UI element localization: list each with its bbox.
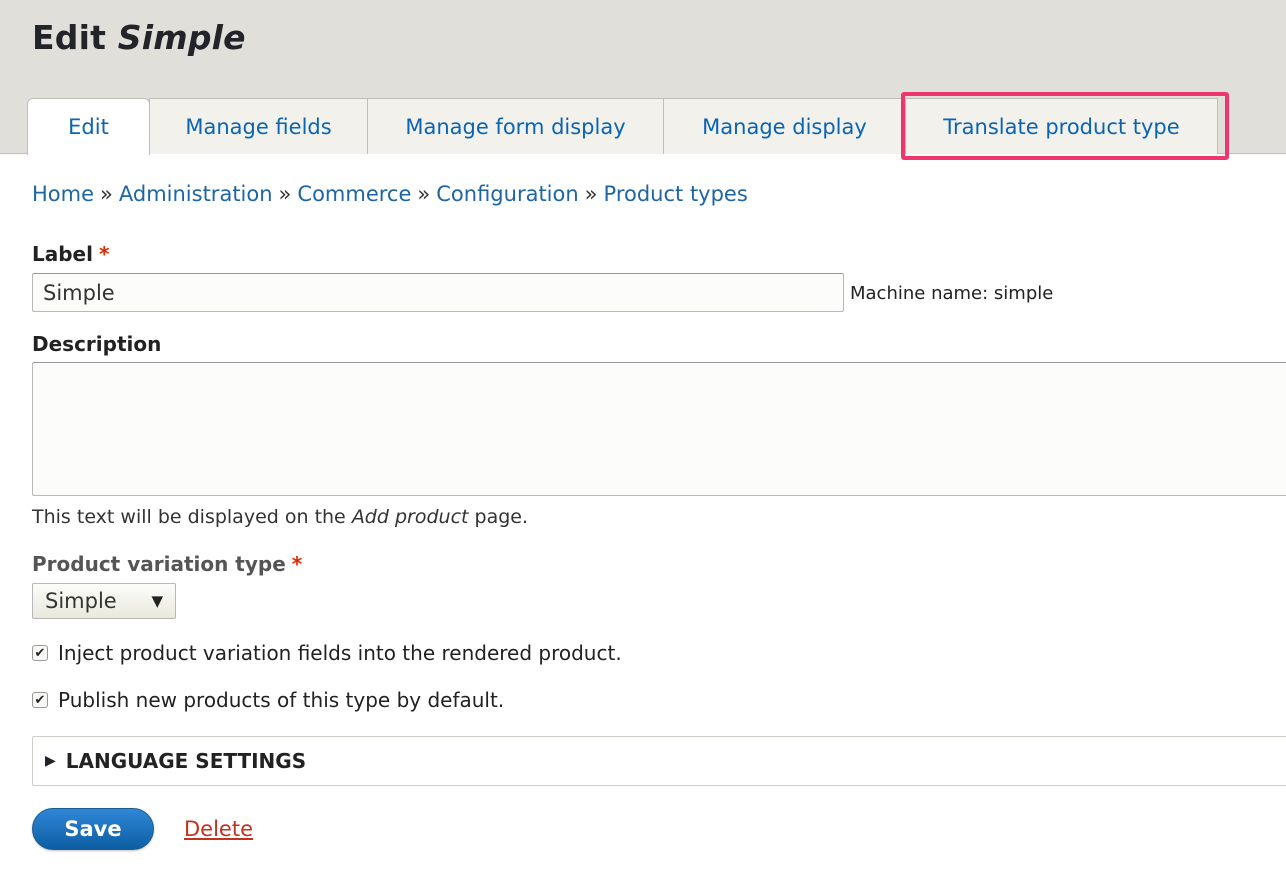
help-emphasis: Add product bbox=[351, 506, 469, 528]
breadcrumb-separator: » bbox=[278, 182, 292, 206]
breadcrumb-separator: » bbox=[584, 182, 598, 206]
page-title-prefix: Edit bbox=[32, 18, 107, 57]
tab-translate-product-type[interactable]: Translate product type bbox=[905, 98, 1218, 154]
inject-variation-fields-row: ✔ Inject product variation fields into t… bbox=[32, 641, 622, 665]
tab-edit[interactable]: Edit bbox=[27, 98, 150, 155]
tab-manage-form-display[interactable]: Manage form display bbox=[367, 98, 664, 154]
label-field-label-text: Label bbox=[32, 242, 93, 266]
checkmark-icon: ✔ bbox=[34, 645, 46, 661]
publish-new-products-row: ✔ Publish new products of this type by d… bbox=[32, 688, 504, 712]
variation-type-label: Product variation type * bbox=[32, 552, 302, 576]
breadcrumb: Home» Administration» Commerce» Configurati… bbox=[32, 182, 748, 206]
help-prefix: This text will be displayed on the bbox=[32, 506, 346, 528]
breadcrumb-commerce[interactable]: Commerce bbox=[297, 182, 411, 206]
machine-name: Machine name: simple bbox=[850, 283, 1054, 304]
required-marker: * bbox=[98, 242, 110, 266]
description-textarea[interactable] bbox=[32, 362, 1286, 496]
variation-type-label-text: Product variation type bbox=[32, 552, 286, 576]
required-marker: * bbox=[291, 552, 303, 576]
caret-down-icon: ▼ bbox=[151, 592, 163, 610]
language-settings-summary: LANGUAGE SETTINGS bbox=[65, 749, 307, 773]
help-suffix: page. bbox=[474, 506, 529, 528]
triangle-right-icon: ▶ bbox=[45, 753, 56, 769]
checkmark-icon: ✔ bbox=[34, 692, 46, 708]
breadcrumb-administration[interactable]: Administration bbox=[119, 182, 273, 206]
breadcrumb-product-types[interactable]: Product types bbox=[604, 182, 748, 206]
breadcrumb-configuration[interactable]: Configuration bbox=[436, 182, 578, 206]
save-button[interactable]: Save bbox=[32, 808, 154, 850]
page-title-name: Simple bbox=[117, 18, 246, 57]
variation-type-selected: Simple bbox=[45, 589, 117, 613]
tab-manage-fields[interactable]: Manage fields bbox=[149, 98, 368, 154]
description-field-label: Description bbox=[32, 332, 162, 356]
publish-new-products-checkbox[interactable]: ✔ bbox=[32, 692, 48, 708]
inject-variation-fields-checkbox[interactable]: ✔ bbox=[32, 645, 48, 661]
tab-manage-display[interactable]: Manage display bbox=[663, 98, 906, 154]
inject-variation-fields-label[interactable]: Inject product variation fields into the… bbox=[58, 641, 622, 665]
description-help-text: This text will be displayed on the Add p… bbox=[32, 506, 528, 528]
language-settings-details[interactable]: ▶ LANGUAGE SETTINGS bbox=[32, 736, 1286, 786]
label-field-label: Label * bbox=[32, 242, 109, 266]
label-input-value: Simple bbox=[43, 280, 115, 305]
label-input[interactable]: Simple bbox=[32, 273, 844, 312]
publish-new-products-label[interactable]: Publish new products of this type by def… bbox=[58, 688, 504, 712]
page-header: Edit Simple Edit Manage fields Manage fo… bbox=[0, 0, 1286, 155]
delete-link[interactable]: Delete bbox=[184, 817, 253, 841]
variation-type-select[interactable]: Simple ▼ bbox=[32, 583, 176, 619]
page-title: Edit Simple bbox=[32, 18, 246, 57]
breadcrumb-home[interactable]: Home bbox=[32, 182, 94, 206]
breadcrumb-separator: » bbox=[417, 182, 431, 206]
breadcrumb-separator: » bbox=[100, 182, 113, 206]
